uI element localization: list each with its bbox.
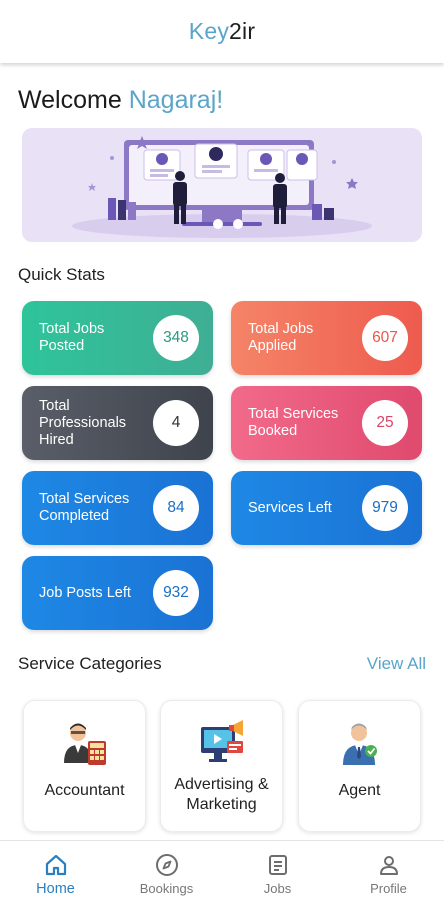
stat-label: Services Left (248, 499, 332, 516)
stat-value: 932 (153, 570, 199, 616)
nav-home[interactable]: Home (0, 841, 111, 900)
nav-profile[interactable]: Profile (333, 841, 444, 900)
stat-label: Total Jobs Applied (248, 321, 314, 354)
view-all-link[interactable]: View All (367, 654, 426, 674)
stat-card-total-jobs-posted[interactable]: Total Jobs Posted 348 (22, 301, 213, 375)
stat-label: Total Services Completed (39, 491, 130, 524)
accountant-icon (63, 723, 106, 765)
welcome-heading: Welcome Nagaraj! (18, 86, 223, 115)
stat-card-total-services-completed[interactable]: Total Services Completed 84 (22, 471, 213, 545)
hiring-banner-illustration (22, 128, 422, 242)
category-label: Accountant (44, 782, 125, 799)
compass-icon (155, 854, 178, 876)
stat-card-total-professionals-hired[interactable]: Total Professionals Hired 4 (22, 386, 213, 460)
service-categories-title: Service Categories (18, 654, 162, 673)
advertising-icon (200, 720, 243, 762)
stat-value: 4 (153, 400, 199, 446)
stat-value: 25 (362, 400, 408, 446)
app-bar: Key2ir (0, 0, 444, 63)
nav-label: Home (36, 881, 75, 897)
app-logo: Key2ir (189, 18, 255, 45)
stat-label: Job Posts Left (39, 584, 131, 601)
nav-bookings[interactable]: Bookings (111, 841, 222, 900)
stat-value: 607 (362, 315, 408, 361)
brand-part-2: 2ir (229, 18, 256, 44)
stat-label: Total Services Booked (248, 406, 339, 439)
welcome-greeting: Welcome (18, 86, 122, 114)
agent-icon (342, 723, 377, 765)
home-icon (45, 854, 66, 876)
welcome-user-name: Nagaraj! (128, 86, 224, 114)
stat-card-job-posts-left[interactable]: Job Posts Left 932 (22, 556, 213, 630)
document-icon (268, 855, 287, 875)
quick-stats-title: Quick Stats (18, 265, 105, 284)
stat-value: 979 (362, 485, 408, 531)
category-label: Advertising & Marketing (174, 776, 269, 813)
stat-card-services-left[interactable]: Services Left 979 (231, 471, 422, 545)
stat-card-total-jobs-applied[interactable]: Total Jobs Applied 607 (231, 301, 422, 375)
person-icon (379, 856, 398, 875)
category-card-agent[interactable]: Agent (298, 700, 421, 832)
nav-label: Bookings (139, 881, 194, 896)
bottom-navigation: Home Bookings Jobs Profile (0, 840, 444, 900)
category-card-accountant[interactable]: Accountant (23, 700, 146, 832)
category-card-advertising-marketing[interactable]: Advertising & Marketing (160, 700, 283, 832)
category-label: Agent (338, 782, 381, 799)
stat-card-total-services-booked[interactable]: Total Services Booked 25 (231, 386, 422, 460)
brand-part-1: Key (188, 18, 230, 44)
nav-label: Profile (370, 881, 407, 896)
nav-label: Jobs (263, 881, 292, 896)
stat-value: 84 (153, 485, 199, 531)
stat-label: Total Jobs Posted (39, 321, 105, 354)
stat-value: 348 (153, 315, 199, 361)
stat-label: Total Professionals Hired (39, 397, 127, 448)
nav-jobs[interactable]: Jobs (222, 841, 333, 900)
